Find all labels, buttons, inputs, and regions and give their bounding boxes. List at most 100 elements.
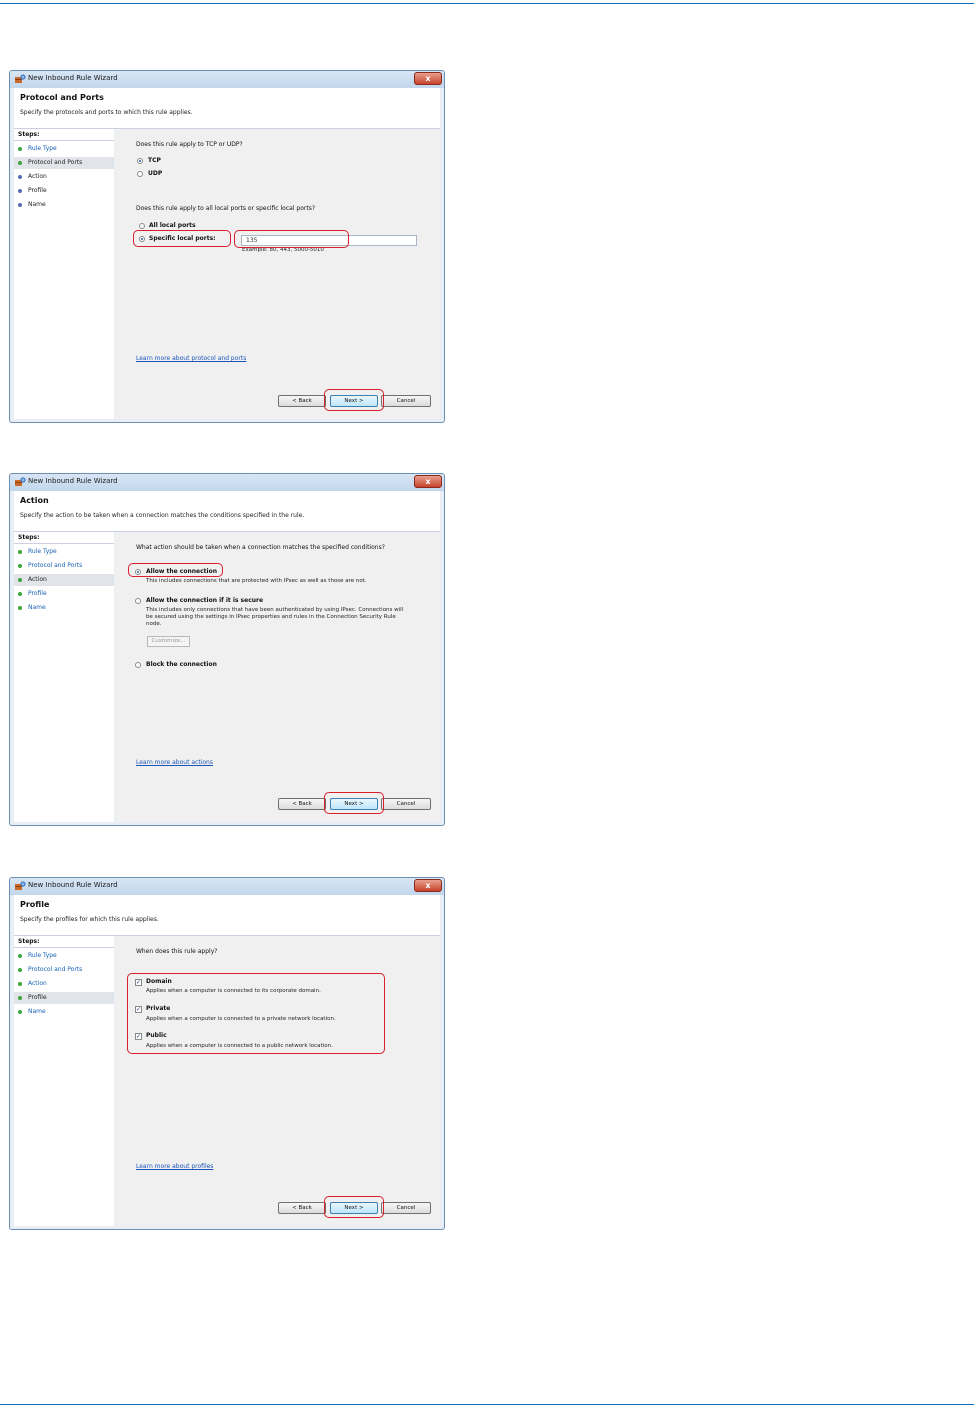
steps-divider [14,947,114,948]
page-subtitle: Specify the action to be taken when a co… [20,512,305,519]
close-button[interactable]: x [414,72,442,85]
step-label: Protocol and Ports [28,159,83,166]
step-label: Profile [28,187,47,194]
action-question: What action should be taken when a conne… [136,544,385,551]
step-protocol-ports[interactable]: Protocol and Ports [14,560,114,572]
wizard-header: Protocol and Ports Specify the protocols… [14,88,440,129]
page-title: Profile [20,900,50,909]
step-profile[interactable]: Profile [14,992,114,1004]
highlight-ports-input [234,230,349,248]
cancel-button[interactable]: Cancel [381,1202,431,1214]
wizard-header: Profile Specify the profiles for which t… [14,895,440,936]
step-label: Profile [28,994,47,1001]
step-label: Action [28,576,47,583]
firewall-wizard-icon [15,881,26,890]
step-profile[interactable]: Profile [14,588,114,600]
step-label: Name [28,604,46,611]
content-panel: When does this rule apply? ✓ Domain Appl… [115,936,440,1226]
wizard-dialog-action: New Inbound Rule Wizard x Action Specify… [9,473,445,826]
step-bullet-icon [18,175,22,179]
protocol-question: Does this rule apply to TCP or UDP? [136,141,243,148]
back-button[interactable]: < Back [278,798,326,810]
allow-secure-label[interactable]: Allow the connection if it is secure [146,597,263,604]
allow-secure-description: This includes only connections that have… [146,607,404,627]
step-bullet-icon [18,954,22,958]
firewall-wizard-icon [15,477,26,486]
profile-question: When does this rule apply? [136,948,218,955]
highlight-specific-ports [133,230,231,247]
steps-divider [14,543,114,544]
step-protocol-ports[interactable]: Protocol and Ports [14,157,114,169]
step-bullet-icon [18,578,22,582]
step-bullet-icon [18,982,22,986]
steps-divider [14,140,114,141]
step-action[interactable]: Action [14,574,114,586]
title-bar[interactable]: New Inbound Rule Wizard x [10,71,444,88]
step-action[interactable]: Action [14,978,114,990]
step-bullet-icon [18,996,22,1000]
step-bullet-icon [18,189,22,193]
block-label[interactable]: Block the connection [146,661,217,668]
allow-description: This includes connections that are prote… [146,578,367,584]
ports-example: Example: 80, 443, 5000-5010 [242,247,324,253]
step-bullet-icon [18,147,22,151]
step-label: Rule Type [28,952,57,959]
window-title: New Inbound Rule Wizard [28,477,118,485]
firewall-wizard-icon [15,74,26,83]
step-rule-type[interactable]: Rule Type [14,950,114,962]
close-icon: x [425,74,431,83]
highlight-next-button [324,389,384,411]
learn-more-link[interactable]: Learn more about actions [136,759,213,766]
udp-label[interactable]: UDP [148,170,162,177]
window-title: New Inbound Rule Wizard [28,881,118,889]
back-button[interactable]: < Back [278,1202,326,1214]
close-button[interactable]: x [414,475,442,488]
cancel-button[interactable]: Cancel [381,798,431,810]
step-name[interactable]: Name [14,199,114,211]
step-rule-type[interactable]: Rule Type [14,143,114,155]
highlight-next-button [324,792,384,814]
wizard-dialog-protocol-ports: New Inbound Rule Wizard x Protocol and P… [9,70,445,423]
step-label: Profile [28,590,47,597]
step-action[interactable]: Action [14,171,114,183]
page-title: Action [20,496,49,505]
step-rule-type[interactable]: Rule Type [14,546,114,558]
step-profile[interactable]: Profile [14,185,114,197]
highlight-next-button [324,1196,384,1218]
step-label: Action [28,980,47,987]
all-ports-label[interactable]: All local ports [149,222,196,229]
page-title: Protocol and Ports [20,93,104,102]
title-bar[interactable]: New Inbound Rule Wizard x [10,474,444,491]
wizard-header: Action Specify the action to be taken wh… [14,491,440,532]
tcp-radio[interactable] [137,158,143,164]
learn-more-link[interactable]: Learn more about protocol and ports [136,355,246,362]
highlight-allow [128,563,223,577]
steps-title: Steps: [18,938,40,945]
all-ports-radio[interactable] [139,223,145,229]
block-radio[interactable] [135,662,141,668]
step-bullet-icon [18,592,22,596]
customize-button[interactable]: Customize... [147,636,190,647]
learn-more-link[interactable]: Learn more about profiles [136,1163,213,1170]
highlight-profiles [127,973,385,1054]
back-button[interactable]: < Back [278,395,326,407]
close-button[interactable]: x [414,879,442,892]
step-bullet-icon [18,203,22,207]
close-icon: x [425,881,431,890]
step-bullet-icon [18,968,22,972]
cancel-button[interactable]: Cancel [381,395,431,407]
page-subtitle: Specify the protocols and ports to which… [20,109,193,116]
page-subtitle: Specify the profiles for which this rule… [20,916,159,923]
steps-title: Steps: [18,131,40,138]
step-name[interactable]: Name [14,1006,114,1018]
tcp-label[interactable]: TCP [148,157,161,164]
steps-panel: Steps: Rule Type Protocol and Ports Acti… [14,532,114,822]
allow-secure-radio[interactable] [135,598,141,604]
udp-radio[interactable] [137,171,143,177]
step-bullet-icon [18,1010,22,1014]
step-name[interactable]: Name [14,602,114,614]
ports-question: Does this rule apply to all local ports … [136,205,316,212]
title-bar[interactable]: New Inbound Rule Wizard x [10,878,444,895]
step-protocol-ports[interactable]: Protocol and Ports [14,964,114,976]
wizard-dialog-profile: New Inbound Rule Wizard x Profile Specif… [9,877,445,1230]
